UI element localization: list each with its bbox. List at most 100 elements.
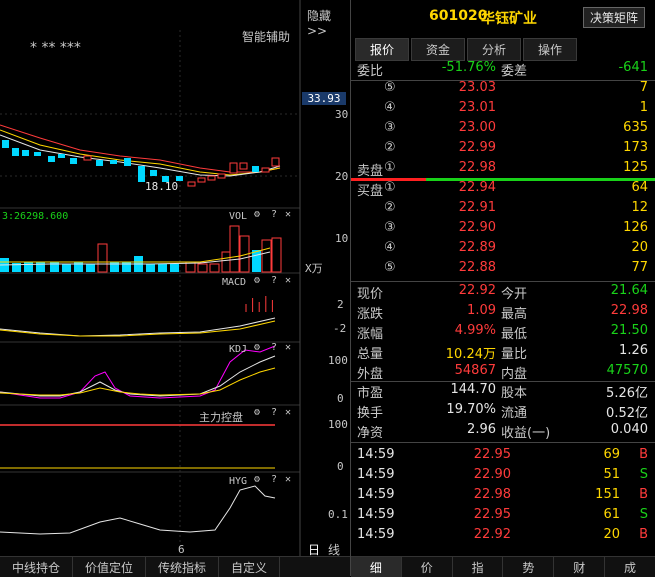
candle [12, 148, 19, 156]
bids-volume: 12 [631, 200, 648, 215]
tab-mid-position[interactable]: 中线持仓 [0, 557, 74, 577]
asks-row[interactable]: ④ 23.01 1 [351, 100, 655, 120]
right-tab[interactable]: 指 [453, 557, 504, 577]
quote-label: 外盘 [357, 367, 384, 382]
quote-value: 22.98 [610, 303, 648, 318]
candle [197, 177, 206, 183]
macd-gear-icon[interactable]: ⚙ [254, 275, 260, 286]
decision-matrix-button[interactable]: 决策矩阵 [583, 7, 646, 28]
smart-assist-button[interactable]: 智能辅助 [242, 28, 290, 45]
candle [48, 156, 55, 162]
macd-axis-2: 2 [337, 298, 344, 311]
hyg-close-icon[interactable]: ✕ [285, 474, 291, 485]
tab-fund[interactable]: 资金 [411, 38, 466, 61]
right-tab[interactable]: 成 [605, 557, 655, 577]
trade-price: 22.92 [473, 527, 511, 542]
bids-row[interactable]: ③ 22.90 126 [351, 220, 655, 240]
fund-value: 144.70 [450, 382, 497, 397]
hide-button[interactable]: 隐藏>> [307, 7, 350, 38]
trade-volume: 151 [595, 487, 620, 502]
vol-help-icon[interactable]: ? [271, 209, 277, 220]
quote-label: 涨幅 [357, 327, 384, 342]
candle [217, 173, 226, 179]
quote-value: 1.09 [467, 303, 496, 318]
fund-label: 流通 [501, 406, 528, 421]
right-tab[interactable]: 财 [554, 557, 606, 577]
vol-gear-icon[interactable]: ⚙ [254, 209, 260, 220]
hyg-gear-icon[interactable]: ⚙ [254, 474, 260, 485]
trade-price: 22.95 [473, 507, 511, 522]
trade-price: 22.98 [473, 487, 511, 502]
quote-label: 现价 [357, 287, 384, 302]
tab-custom[interactable]: 自定义 [219, 557, 281, 577]
chart-area[interactable]: 隐藏>> 智能辅助 * ** *** 33.93 30 20 18.10 3:2… [0, 0, 350, 577]
kdj-gear-icon[interactable]: ⚙ [254, 342, 260, 353]
level-icon: ① [384, 180, 396, 195]
asks-volume: 173 [623, 140, 648, 155]
zl-gear-icon[interactable]: ⚙ [254, 407, 260, 418]
volume-bar [62, 264, 71, 272]
bids-price: 22.89 [458, 240, 496, 255]
candle [34, 152, 41, 156]
bids-row[interactable]: ⑤ 22.88 77 [351, 260, 655, 280]
asks-row[interactable]: ③ 23.00 635 [351, 120, 655, 140]
bids-row[interactable]: ② 22.91 12 [351, 200, 655, 220]
right-tab[interactable]: 势 [503, 557, 555, 577]
quote-row: 总量 10.24万 量比 1.26 [351, 343, 655, 363]
tab-value-position[interactable]: 价值定位 [73, 557, 147, 577]
trade-price: 22.90 [473, 467, 511, 482]
level-icon: ⑤ [384, 260, 396, 275]
zl-close-icon[interactable]: ✕ [285, 407, 291, 418]
macd-close-icon[interactable]: ✕ [285, 275, 291, 286]
weicha-label: 委差 [501, 64, 528, 79]
candle [70, 158, 77, 164]
tab-analysis[interactable]: 分析 [467, 38, 522, 61]
low-price-label: 18.10 [145, 180, 179, 193]
tab-quote[interactable]: 报价 [355, 38, 410, 61]
asks-price: 22.99 [458, 140, 496, 155]
kdj-close-icon[interactable]: ✕ [285, 342, 291, 353]
trade-side: S [639, 467, 648, 482]
volume-bar [170, 264, 179, 272]
hyg-help-icon[interactable]: ? [271, 474, 277, 485]
volume-bar [146, 264, 155, 272]
right-tab[interactable]: 价 [402, 557, 453, 577]
bids-price: 22.90 [458, 220, 496, 235]
trade-time: 14:59 [357, 507, 395, 522]
candle [229, 162, 238, 174]
asks-row[interactable]: ⑤ 23.03 7 [351, 80, 655, 100]
candle [124, 158, 131, 166]
quote-row: 外盘 54867 内盘 47570 [351, 363, 655, 383]
macd-axis-neg2: -2 [333, 322, 347, 335]
level-icon: ③ [384, 220, 396, 235]
zl-help-icon[interactable]: ? [271, 407, 277, 418]
asks-row[interactable]: ① 22.98 125 [351, 160, 655, 180]
kdj-help-icon[interactable]: ? [271, 342, 277, 353]
asks-price: 23.01 [458, 100, 496, 115]
candle [207, 175, 216, 181]
macd-help-icon[interactable]: ? [271, 275, 277, 286]
tab-operate[interactable]: 操作 [523, 38, 578, 61]
bids-row[interactable]: ① 22.94 64 [351, 180, 655, 200]
volume-bar [97, 243, 108, 273]
vol-value: 3:26298.600 [2, 211, 69, 222]
bids-volume: 20 [631, 240, 648, 255]
price-marker: 33.93 [302, 92, 346, 105]
vol-close-icon[interactable]: ✕ [285, 209, 291, 220]
trade-side: B [639, 447, 648, 462]
candle [150, 170, 157, 176]
bids-row[interactable]: ④ 22.89 20 [351, 240, 655, 260]
trade-side: B [639, 527, 648, 542]
asks-row[interactable]: ② 22.99 173 [351, 140, 655, 160]
volume-bar [261, 239, 272, 273]
candle [138, 166, 145, 182]
vol-title: VOL [229, 211, 248, 222]
zl-title: 主力控盘 [199, 411, 243, 424]
fund-value: 5.26亿 [606, 386, 648, 401]
right-tab[interactable]: 细 [351, 557, 402, 577]
tab-traditional-indicators[interactable]: 传统指标 [146, 557, 220, 577]
quote-label: 涨跌 [357, 307, 384, 322]
trade-time: 14:59 [357, 527, 395, 542]
volume-bar [74, 262, 83, 272]
fund-value: 19.70% [446, 402, 496, 417]
